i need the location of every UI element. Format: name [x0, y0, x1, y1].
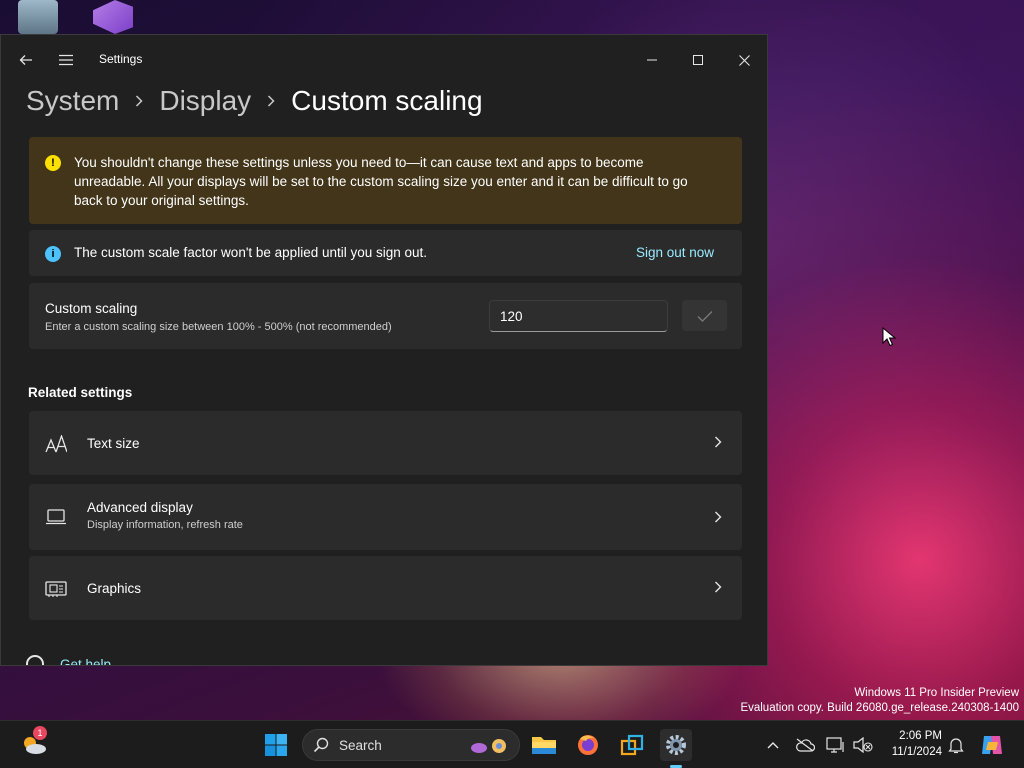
firefox-icon: [578, 735, 598, 755]
notifications-button[interactable]: [946, 735, 966, 755]
title-bar: Settings: [1, 35, 767, 83]
search-icon: [313, 737, 329, 753]
custom-scaling-card: Custom scaling Enter a custom scaling si…: [29, 283, 742, 349]
firefox-app[interactable]: [572, 729, 604, 761]
maximize-icon: [693, 55, 703, 65]
maximize-button[interactable]: [683, 45, 713, 75]
cloud-offline-icon: [796, 738, 815, 752]
warning-icon: !: [45, 155, 61, 171]
network-icon: [826, 737, 844, 753]
virtual-machine-app[interactable]: [616, 729, 648, 761]
advanced-display-row[interactable]: Advanced display Display information, re…: [29, 484, 742, 550]
chevron-up-icon: [767, 742, 779, 749]
back-arrow-icon: [19, 55, 32, 65]
apply-scaling-button[interactable]: [682, 300, 727, 331]
window-title: Settings: [99, 52, 143, 66]
settings-window: Settings System Display Custom scaling !…: [0, 34, 768, 666]
settings-app[interactable]: [660, 729, 692, 761]
graphics-row[interactable]: Graphics: [29, 556, 742, 620]
navigation-menu-button[interactable]: [51, 45, 81, 75]
get-help[interactable]: Get help: [26, 655, 111, 666]
weather-widget[interactable]: 1: [18, 726, 50, 761]
text-size-title: Text size: [87, 436, 140, 451]
onedrive-tray[interactable]: [795, 735, 815, 755]
advanced-display-subtitle: Display information, refresh rate: [87, 519, 243, 531]
close-icon: [738, 54, 750, 66]
chevron-right-icon: [712, 579, 724, 595]
search-label: Search: [339, 738, 382, 753]
clock-time: 2:06 PM: [899, 730, 942, 742]
advanced-display-title: Advanced display: [87, 500, 193, 515]
show-hidden-icons-button[interactable]: [763, 735, 783, 755]
clock-date: 11/1/2024: [891, 746, 942, 758]
watermark-line-2: Evaluation copy. Build 26080.ge_release.…: [740, 702, 1019, 714]
chevron-right-icon: [267, 95, 275, 107]
back-button[interactable]: [11, 45, 41, 75]
custom-scaling-description: Enter a custom scaling size between 100%…: [45, 321, 392, 333]
help-icon: [26, 655, 44, 665]
gear-icon: [666, 735, 686, 755]
chevron-right-icon: [712, 509, 724, 525]
warning-infobar: ! You shouldn't change these settings un…: [29, 137, 742, 224]
recycle-bin-desktop-icon[interactable]: [18, 0, 58, 34]
checkmark-icon: [697, 310, 712, 322]
info-text: The custom scale factor won't be applied…: [74, 245, 428, 260]
notification-badge: 1: [33, 726, 47, 740]
search-highlight-icon: [471, 739, 506, 753]
clock[interactable]: 2:06 PM 11/1/2024: [882, 728, 942, 760]
hamburger-icon: [59, 54, 73, 66]
get-help-link[interactable]: Get help: [60, 657, 111, 666]
sign-out-infobar: i The custom scale factor won't be appli…: [29, 230, 742, 276]
breadcrumb-display[interactable]: Display: [159, 85, 251, 117]
network-tray[interactable]: [826, 735, 846, 755]
warning-text: You shouldn't change these settings unle…: [74, 155, 688, 208]
page-title: Custom scaling: [291, 85, 483, 116]
evaluation-watermark: Windows 11 Pro Insider Preview Evaluatio…: [740, 686, 1019, 716]
text-size-icon: [45, 433, 67, 455]
vm-icon: [620, 734, 644, 756]
minimize-button[interactable]: [637, 45, 667, 75]
taskbar-search[interactable]: Search: [302, 729, 520, 761]
mouse-cursor-icon: [882, 327, 896, 347]
laptop-icon: [45, 506, 67, 528]
visual-studio-desktop-icon[interactable]: [93, 0, 133, 34]
start-button[interactable]: [260, 729, 292, 761]
chevron-right-icon: [135, 95, 143, 107]
breadcrumb: System Display Custom scaling: [26, 81, 483, 121]
watermark-line-1: Windows 11 Pro Insider Preview: [854, 687, 1019, 699]
close-button[interactable]: [729, 45, 759, 75]
graphics-card-icon: [45, 578, 67, 600]
chevron-right-icon: [712, 434, 724, 450]
file-explorer-app[interactable]: [528, 729, 560, 761]
volume-tray[interactable]: [853, 735, 873, 755]
graphics-title: Graphics: [87, 581, 142, 596]
info-icon: i: [45, 246, 61, 262]
volume-muted-icon: [853, 737, 873, 753]
bell-icon: [948, 738, 964, 754]
custom-scaling-input[interactable]: [489, 300, 668, 332]
text-size-row[interactable]: Text size: [29, 411, 742, 475]
sign-out-now-link[interactable]: Sign out now: [636, 245, 714, 260]
copilot-icon: [982, 736, 1002, 754]
windows-logo-icon: [265, 734, 287, 756]
custom-scaling-title: Custom scaling: [45, 301, 138, 316]
breadcrumb-system[interactable]: System: [26, 85, 119, 117]
related-settings-heading: Related settings: [28, 385, 133, 400]
folder-icon: [532, 737, 556, 754]
copilot-button[interactable]: [976, 729, 1008, 761]
minimize-icon: [647, 59, 657, 61]
taskbar: 1 Search 2:06 PM 11/1/2024: [0, 720, 1024, 768]
